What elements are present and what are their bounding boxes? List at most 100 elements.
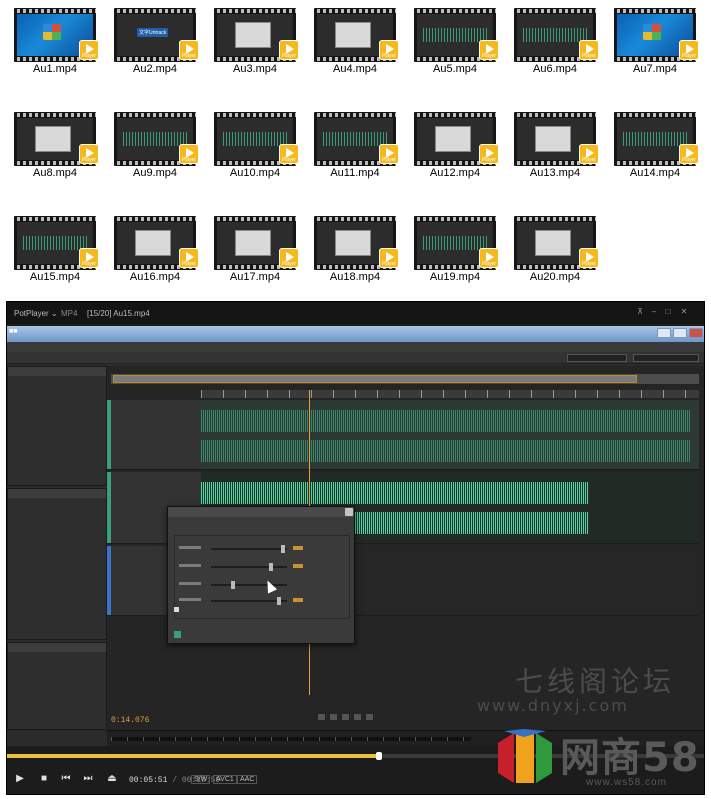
file-name-label[interactable]: Au19.mp4 [400,271,510,283]
slider-value [293,546,303,550]
player-titlebar[interactable]: PotPlayer ⌄ MP4 [15/20] Au15.mp4 ⊼ – □ ✕ [7,302,704,324]
file-name-label[interactable]: Au17.mp4 [200,271,310,283]
file-name-label[interactable]: Au9.mp4 [100,167,210,179]
file-thumbnail[interactable]: Player Au20.mp4 [500,212,600,302]
file-name-label[interactable]: Au12.mp4 [400,167,510,179]
file-thumbnail[interactable]: Player Au7.mp4 [600,4,700,94]
file-thumbnail[interactable]: Player Au15.mp4 [0,212,100,302]
tag-video-codec: AVC1 [213,775,237,784]
file-name-label[interactable]: Au8.mp4 [0,167,110,179]
file-thumbnail[interactable]: Player Au16.mp4 [100,212,200,302]
file-name-label[interactable]: Au11.mp4 [300,167,410,179]
file-name-label[interactable]: Au1.mp4 [0,63,110,75]
file-name-label[interactable]: Au14.mp4 [600,167,710,179]
logo-name: 网商58 [560,735,700,781]
power-icon [174,631,181,638]
file-thumbnail[interactable]: Player Au8.mp4 [0,108,100,198]
file-thumbnail[interactable]: Player Au9.mp4 [100,108,200,198]
effects-rack-tabs [8,489,106,498]
file-thumbnail[interactable]: Player Au18.mp4 [300,212,400,302]
file-thumbnail[interactable]: Player Au1.mp4 [0,4,100,94]
slider-2 [211,563,287,571]
workspace-select [567,354,627,362]
file-thumbnail[interactable]: Player Au13.mp4 [500,108,600,198]
cube-logo-icon [498,729,552,783]
slider-label [179,598,201,601]
slider-4 [211,597,287,605]
file-thumbnail[interactable]: Player Au14.mp4 [600,108,700,198]
dialog-controls-group [174,535,350,619]
file-explorer-grid: Player Au1.mp4 文字Untrack Player Au2.mp4 Playe… [0,0,711,298]
effects-rack-panel [7,488,107,640]
file-thumbnail[interactable]: Player Au5.mp4 [400,4,500,94]
waveform [201,482,589,504]
mini-rewind-icon [353,713,362,721]
next-button[interactable]: ⏭ [81,772,95,786]
slider-value [293,598,303,602]
file-thumbnail[interactable]: Player Au6.mp4 [500,4,600,94]
potplayer-badge-icon: Player [179,248,199,268]
file-name-label[interactable]: Au3.mp4 [200,63,310,75]
file-thumbnail[interactable]: Player Au4.mp4 [300,4,400,94]
potplayer-badge-icon: Player [579,144,599,164]
logo-url: www.ws58.com [586,777,667,788]
potplayer-badge-icon: Player [279,144,299,164]
file-thumbnail[interactable]: Player Au10.mp4 [200,108,300,198]
potplayer-badge-icon: Player [279,248,299,268]
previous-button[interactable]: ⏮ [59,772,73,786]
file-name-label[interactable]: Au13.mp4 [500,167,610,179]
file-name-label[interactable]: Au4.mp4 [300,63,410,75]
pin-icon[interactable]: ⊼ [635,307,645,317]
close-button[interactable]: ✕ [679,307,689,317]
file-name-label[interactable]: Au15.mp4 [0,271,110,283]
file-thumbnail[interactable]: Player Au3.mp4 [200,4,300,94]
recorded-min-icon [657,328,671,338]
file-name-label[interactable]: Au2.mp4 [100,63,210,75]
file-name-label[interactable]: Au7.mp4 [600,63,710,75]
dialog-checkbox [174,607,179,612]
eject-button[interactable]: ⏏ [105,772,119,786]
recorded-app-toolbar [7,352,704,364]
file-name-label[interactable]: Au5.mp4 [400,63,510,75]
file-thumbnail[interactable]: 文字Untrack Player Au2.mp4 [100,4,200,94]
file-name-label[interactable]: Au16.mp4 [100,271,210,283]
file-thumbnail[interactable]: Player Au11.mp4 [300,108,400,198]
dialog-titlebar [168,507,354,517]
track-header-1 [107,400,201,470]
file-name-label[interactable]: Au6.mp4 [500,63,610,75]
stop-button[interactable]: ■ [37,772,51,786]
video-frame[interactable]: ■■ 0:14.076 七线阁论坛 www.dnyxj.com [7,326,704,746]
seek-progress [7,754,379,758]
tag-sw[interactable]: S/W [191,775,211,784]
file-name-label[interactable]: Au18.mp4 [300,271,410,283]
potplayer-badge-icon: Player [179,40,199,60]
potplayer-badge-icon: Player [579,248,599,268]
slider-label [179,564,201,567]
slider-value [293,564,303,568]
play-button[interactable]: ▶ [13,772,27,786]
history-panel-tabs [8,643,106,652]
potplayer-badge-icon: Player [679,144,699,164]
zoom-overview-bar [111,374,699,384]
mini-play-icon [329,713,338,721]
file-thumbnail[interactable]: Player Au17.mp4 [200,212,300,302]
slider-label [179,546,201,549]
file-name-label[interactable]: Au10.mp4 [200,167,310,179]
minimize-button[interactable]: – [649,307,659,317]
files-panel-tabs [8,367,106,376]
maximize-button[interactable]: □ [663,307,673,317]
app-menu-button[interactable]: PotPlayer ⌄ [14,309,58,318]
file-thumbnail[interactable]: Player Au19.mp4 [400,212,500,302]
tag-audio-codec: AAC [237,775,258,784]
recorded-app-logo: ■■ [9,328,18,335]
file-thumbnail[interactable]: Player Au12.mp4 [400,108,500,198]
potplayer-badge-icon: Player [379,144,399,164]
seek-handle[interactable] [376,752,382,760]
potplayer-badge-icon: Player [79,40,99,60]
mini-pause-icon [341,713,350,721]
file-name-label[interactable]: Au20.mp4 [500,271,610,283]
thumbnail-caption: 文字Untrack [137,28,169,37]
recorded-max-icon [673,328,687,338]
files-panel [7,366,107,486]
potplayer-badge-icon: Player [279,40,299,60]
